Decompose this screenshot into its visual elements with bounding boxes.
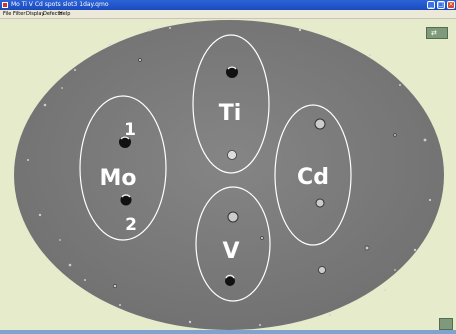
cd-spot-top	[314, 118, 326, 130]
spot-number-1: 1	[124, 120, 136, 140]
ti-spot-top	[226, 66, 238, 78]
spot-number-2: 2	[125, 215, 137, 235]
sample-image: Ti 1 Mo 2 Cd V	[14, 20, 444, 330]
label-ti: Ti	[219, 101, 242, 126]
ti-spot-bottom	[227, 150, 237, 160]
label-cd: Cd	[297, 165, 329, 190]
status-indicator[interactable]	[439, 318, 453, 330]
v-spot-top	[227, 211, 239, 223]
label-v: V	[222, 239, 239, 264]
label-mo: Mo	[99, 166, 136, 191]
bottom-strip	[0, 330, 456, 334]
cd-spot-bottom	[315, 198, 325, 208]
